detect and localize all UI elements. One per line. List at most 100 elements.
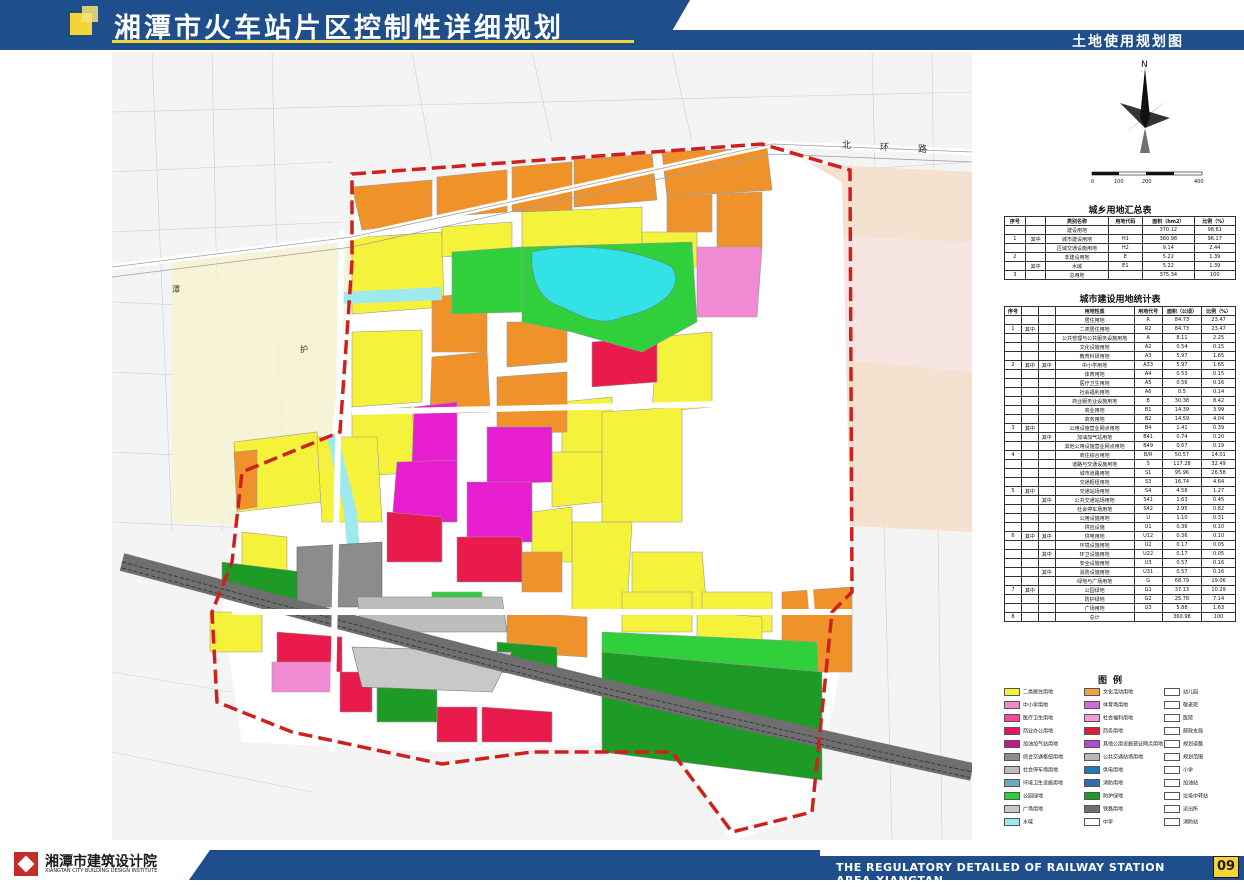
table-cell [1004,459,1022,469]
parcel-school-pink[interactable] [271,661,333,693]
legend-swatch-icon [1004,714,1020,722]
parcel-business-red[interactable] [456,536,523,583]
legend-swatch-icon [1164,701,1180,709]
table-cell: 4.04 [1201,414,1236,424]
parcel-business-red[interactable] [386,511,443,563]
table-cell: 商住综合用地 [1054,450,1135,460]
table-cell: 二类居住用地 [1054,324,1135,334]
parcel-commercial-orange[interactable] [496,371,568,435]
table-cell: 32.49 [1201,459,1236,469]
legend-swatch-icon [1164,779,1180,787]
table-cell: 26.58 [1201,468,1236,478]
table-cell [1020,603,1039,613]
parcel-residential[interactable] [551,451,603,508]
parcel-residential[interactable] [351,329,423,408]
road-label: 路 [918,143,927,155]
parcel-business-red[interactable] [436,706,478,743]
table-cell: H1 [1107,234,1144,244]
table-cell: 5.22 [1142,261,1195,271]
legend-label: 中小学用地 [1023,702,1049,709]
table-cell: 360.98 [1161,612,1203,622]
table-cell: 其中 [1037,495,1056,505]
table-cell [1020,612,1039,622]
table-cell: 其中 [1020,585,1039,595]
institute-logo-icon [14,852,38,876]
legend-swatch-icon [1164,727,1180,735]
page-subtitle: 土地使用规划图 [1072,34,1184,50]
table-cell [1024,270,1047,280]
parcel-business-red[interactable] [481,706,553,743]
table-header-cell: 用地代码 [1107,216,1144,226]
legend-swatch-icon [1004,818,1020,826]
table-cell: 0.14 [1201,387,1236,397]
legend-label: 综合交通枢纽用地 [1023,754,1064,761]
table-header-cell [1020,306,1039,316]
legend-label: 商业办公用地 [1023,728,1054,735]
table-cell [1037,558,1056,568]
table-cell [1004,378,1022,388]
parcel-residential[interactable] [651,331,713,413]
parcel-park-green[interactable] [451,246,523,315]
table-cell [1004,261,1026,271]
table-cell [1037,459,1056,469]
parcel-commercial-magenta[interactable] [391,459,458,523]
table-cell: 水域 [1045,261,1109,271]
legend-swatch-icon [1084,740,1100,748]
table-cell: 100 [1201,612,1236,622]
table-cell: 0.15 [1201,369,1236,379]
table-cell [1037,333,1056,343]
table-cell [1020,387,1039,397]
table-cell: 360.98 [1142,234,1195,244]
table-cell: U1 [1133,522,1163,532]
parcel-commercial-magenta[interactable] [486,426,553,485]
legend-swatch-icon [1164,753,1180,761]
table-cell [1037,603,1056,613]
legend-item: 医疗卫生用地 [1004,714,1053,723]
parcel-commercial-orange[interactable] [666,194,713,233]
table-cell: 0.16 [1201,378,1236,388]
legend-swatch-icon [1084,688,1100,696]
table-cell [1020,468,1039,478]
header-slant-decoration [672,0,1244,30]
legend-item: 社会福利用地 [1084,714,1133,723]
table-cell: 其中 [1037,432,1056,442]
table-row: 商务用地 B2 14.59 4.04 [1004,414,1236,424]
table-row: 公用设施用地 U 1.10 0.31 [1004,513,1236,523]
table-cell: 84.73 [1161,315,1203,325]
table-cell [1004,549,1022,559]
table-cell: U3 [1133,558,1163,568]
table-cell: B1 [1133,405,1163,415]
table-cell [1004,396,1022,406]
parcel-commercial-orange[interactable] [716,191,763,248]
table-cell: 4.64 [1201,477,1236,487]
table-cell: 城市建设用地 [1045,234,1109,244]
scale-tick-label: 100 [1114,179,1124,185]
table-cell: 其中 [1037,549,1056,559]
table-cell: S1 [1133,468,1163,478]
road-label: 护 [300,344,308,354]
table-cell [1020,351,1039,361]
table-cell: 2.44 [1193,243,1237,253]
legend-item: 加油加气站用地 [1004,740,1058,749]
parcel-residential[interactable] [601,406,683,523]
table-cell: 0.54 [1161,342,1203,352]
parcel-commercial-orange[interactable] [511,161,573,213]
parcel-residential[interactable] [209,611,263,653]
table-cell [1004,576,1022,586]
table-cell: 社会停车场用地 [1054,504,1135,514]
legend-item: 敬老院 [1164,701,1198,710]
table-cell: 0.10 [1201,531,1236,541]
parcel-commercial-orange[interactable] [521,551,563,593]
table-cell: 居住用地 [1054,315,1135,325]
table-cell [1020,549,1039,559]
table-row: 7 其中 公园绿地 G1 37.13 10.29 [1004,585,1236,595]
land-use-map[interactable]: 北 环 路 护 潭 [112,52,972,840]
parcel-commercial-magenta[interactable] [466,481,533,543]
table-cell: 0.67 [1161,441,1203,451]
table-cell: G1 [1133,585,1163,595]
table-cell: 广场用地 [1054,603,1135,613]
legend-item: 派出所 [1164,805,1198,814]
table-cell: 供电用地 [1054,531,1135,541]
legend-label: 规划道路 [1183,741,1204,748]
parcel-school-pink[interactable] [696,246,763,318]
